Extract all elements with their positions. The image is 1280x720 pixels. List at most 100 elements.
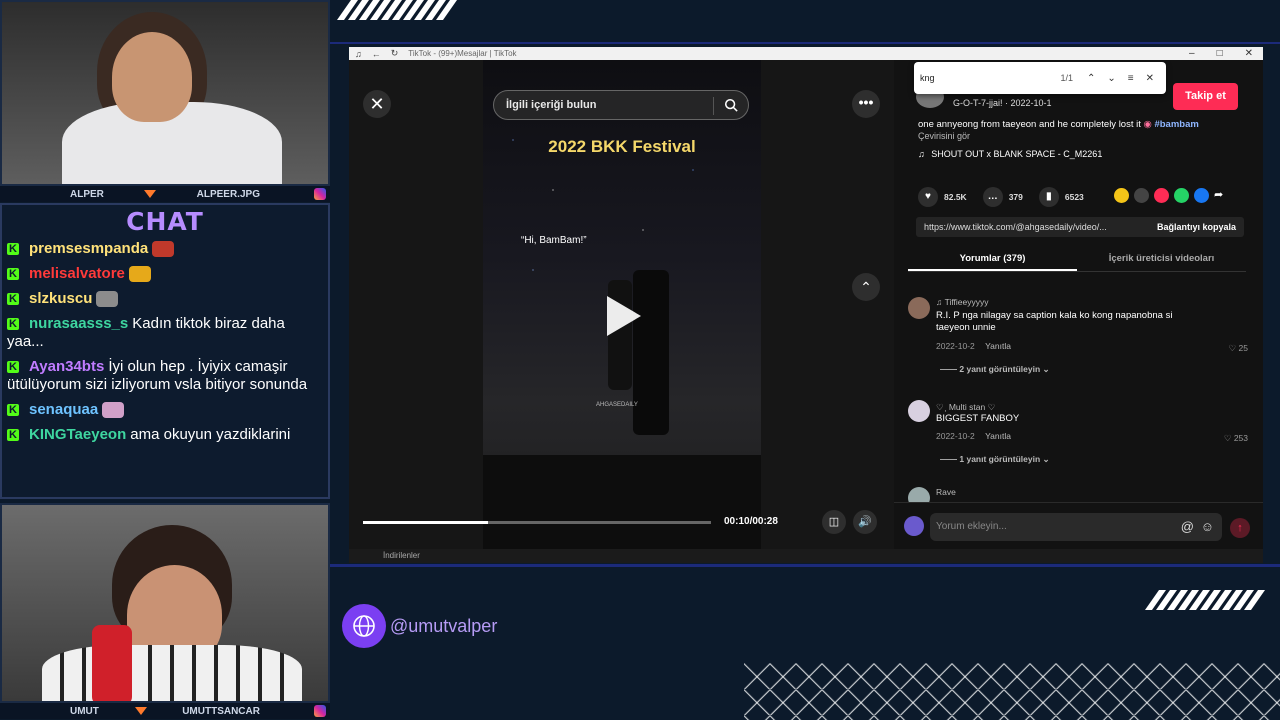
send-button[interactable]: ↑ bbox=[1230, 518, 1250, 538]
find-close-icon[interactable]: ✕ bbox=[1146, 73, 1154, 84]
comment-input[interactable]: Yorum ekleyin... @ ☺ bbox=[930, 513, 1222, 541]
commenter-name[interactable]: Rave bbox=[936, 487, 956, 497]
user-avatar bbox=[904, 516, 924, 536]
instagram-icon bbox=[314, 188, 326, 200]
find-next-icon[interactable]: ⌄ bbox=[1107, 73, 1115, 84]
volume-button[interactable]: 🔊 bbox=[853, 510, 877, 534]
facebook-icon[interactable] bbox=[1194, 188, 1209, 203]
commenter-name[interactable]: ♡ ฺ Multi stan ♡ bbox=[936, 400, 995, 414]
view-replies-button[interactable]: —— 1 yanıt görüntüleyin ⌄ bbox=[940, 454, 1050, 465]
maximize-button[interactable]: □ bbox=[1217, 48, 1223, 59]
chat-username[interactable]: Ayan34bts bbox=[29, 358, 104, 375]
bottom-slash-decoration bbox=[1144, 590, 1266, 610]
back-icon[interactable]: ← bbox=[372, 49, 381, 59]
reply-button[interactable]: Yanıtla bbox=[985, 431, 1011, 441]
chat-title: CHAT bbox=[126, 207, 204, 236]
cam-bottom-right-name: UMUTTSANCAR bbox=[182, 705, 260, 717]
comment-likes[interactable]: ♡ 253 bbox=[1224, 433, 1248, 444]
chat-username[interactable]: slzkuscu bbox=[29, 290, 92, 307]
find-prev-icon[interactable]: ⌃ bbox=[1087, 73, 1095, 84]
window-close-button[interactable]: ✕ bbox=[1245, 48, 1253, 59]
find-bar[interactable]: kng 1/1 ⌃ ⌄ ≡ ✕ bbox=[914, 62, 1166, 94]
previous-video-button[interactable]: ⌃ bbox=[852, 273, 880, 301]
chat-message: K Ayan34bts İyi olun hep . İyiyix camaşir … bbox=[7, 358, 324, 394]
chat-message: Ksenaquaa bbox=[7, 401, 324, 419]
follow-button[interactable]: Takip et bbox=[1173, 83, 1238, 110]
panel-tabs: Yorumlar (379) İçerik üreticisi videolar… bbox=[908, 248, 1246, 272]
comment-likes-count: 25 bbox=[1238, 343, 1248, 353]
commenter-avatar[interactable] bbox=[908, 297, 930, 319]
tab-comments[interactable]: Yorumlar (379) bbox=[908, 248, 1077, 271]
chat-message: Kmelisalvatore bbox=[7, 265, 324, 283]
volume-icon: 🔊 bbox=[858, 516, 872, 528]
music-line[interactable]: ♫ SHOUT OUT x BLANK SPACE - C_M2261 bbox=[918, 149, 1102, 159]
video-quote: “Hi, BamBam!” bbox=[521, 235, 587, 246]
description-text: one annyeong from taeyeon and he complet… bbox=[918, 119, 1141, 130]
author-line[interactable]: G-O-T-7-jjai! · 2022-10-1 bbox=[953, 98, 1052, 108]
translate-link[interactable]: Çevirisini gör bbox=[918, 131, 970, 141]
kick-badge-icon: K bbox=[7, 429, 19, 442]
comment-text: BIGGEST FANBOY bbox=[936, 413, 1020, 424]
browser-window: ♫ ← ↻ TikTok - (99+)Mesajlar | TikTok – … bbox=[349, 47, 1263, 549]
find-count: 1/1 bbox=[1060, 73, 1073, 83]
chat-username[interactable]: KINGTaeyeon bbox=[29, 426, 126, 443]
comment-icon[interactable]: … bbox=[982, 187, 1003, 207]
downloads-bar[interactable]: İndirilenler bbox=[349, 549, 1263, 563]
emote-icon bbox=[102, 402, 125, 419]
heart-icon[interactable]: ♥ bbox=[918, 187, 938, 207]
chat-username[interactable]: melisalvatore bbox=[29, 265, 125, 282]
close-video-button[interactable]: ✕ bbox=[363, 90, 391, 118]
emote-icon bbox=[128, 266, 151, 283]
handle-name: @umutvalper bbox=[390, 615, 498, 636]
chat-username[interactable]: premsesmpanda bbox=[29, 240, 148, 257]
post-stats: ♥ 82.5K … 379 ▮ 6523 bbox=[918, 187, 1084, 207]
share-send-icon[interactable] bbox=[1154, 188, 1169, 203]
video-link-box: https://www.tiktok.com/@ahgasedaily/vide… bbox=[916, 217, 1244, 237]
emoji-icon: ◉ bbox=[1143, 119, 1152, 130]
comment-likes[interactable]: ♡ 25 bbox=[1229, 343, 1248, 354]
tab-creator-videos[interactable]: İçerik üreticisi videoları bbox=[1077, 248, 1246, 271]
kick-badge-icon: K bbox=[7, 361, 19, 374]
commenter-avatar[interactable] bbox=[908, 400, 930, 422]
top-accent-line bbox=[330, 42, 1280, 44]
chat-message: Kslzkuscu bbox=[7, 290, 324, 308]
view-replies-button[interactable]: —— 2 yanıt görüntüleyin ⌄ bbox=[940, 364, 1050, 375]
emoji-icon[interactable]: ☺ bbox=[1201, 513, 1214, 541]
copy-link-button[interactable]: Bağlantıyı kopyala bbox=[1157, 222, 1236, 232]
heart-icon: ♡ bbox=[1223, 433, 1232, 443]
cam-top-right-name: ALPEER.JPG bbox=[196, 188, 260, 200]
chat-message: Knurasaasss_s Kadın tiktok biraz daha yaa… bbox=[7, 315, 324, 351]
more-button[interactable]: ••• bbox=[852, 90, 880, 118]
heart-icon: ♡ bbox=[1228, 343, 1237, 353]
video-progress-bar[interactable] bbox=[363, 521, 711, 524]
chat-message: K KINGTaeyeon ama okuyun yazdiklarini bbox=[7, 426, 324, 444]
chat-username[interactable]: senaquaa bbox=[29, 401, 98, 418]
instagram-icon bbox=[314, 705, 326, 717]
embed-icon[interactable] bbox=[1134, 188, 1149, 203]
hashtag-link[interactable]: #bambam bbox=[1154, 119, 1198, 130]
whatsapp-icon[interactable] bbox=[1174, 188, 1189, 203]
commenter-name[interactable]: ♫ Tiffieeyyyyy bbox=[936, 297, 989, 307]
chat-username[interactable]: nurasaasss_s bbox=[29, 315, 128, 332]
minimize-button[interactable]: – bbox=[1189, 48, 1195, 59]
pip-button[interactable]: ◫ bbox=[822, 510, 846, 534]
at-icon[interactable]: @ bbox=[1181, 513, 1194, 541]
comment-date: 2022-10-2 bbox=[936, 341, 975, 351]
tab-title: TikTok - (99+)Mesajlar | TikTok bbox=[408, 49, 517, 58]
find-options-icon[interactable]: ≡ bbox=[1128, 73, 1134, 84]
video-area: 2022 BKK Festival “Hi, BamBam!” AHGASEDA… bbox=[349, 60, 894, 549]
bookmark-icon[interactable]: ▮ bbox=[1038, 187, 1059, 207]
find-query[interactable]: kng bbox=[920, 73, 935, 83]
search-icon[interactable] bbox=[724, 98, 738, 112]
video-link[interactable]: https://www.tiktok.com/@ahgasedaily/vide… bbox=[924, 222, 1107, 232]
share-arrow-icon[interactable]: ➦ bbox=[1214, 188, 1229, 203]
post-panel: G-O-T-7-jjai! · 2022-10-1 kng 1/1 ⌃ ⌄ ≡ … bbox=[894, 60, 1263, 549]
share-repost-icon[interactable] bbox=[1114, 188, 1129, 203]
chat-message: Kpremsesmpanda bbox=[7, 240, 324, 258]
reply-button[interactable]: Yanıtla bbox=[985, 341, 1011, 351]
close-icon: ✕ bbox=[369, 94, 385, 114]
chevron-down-icon: ⌄ bbox=[1042, 364, 1050, 374]
related-search-input[interactable]: İlgili içeriği bulun bbox=[493, 90, 749, 120]
reload-icon[interactable]: ↻ bbox=[391, 48, 399, 59]
play-icon[interactable] bbox=[607, 296, 641, 336]
